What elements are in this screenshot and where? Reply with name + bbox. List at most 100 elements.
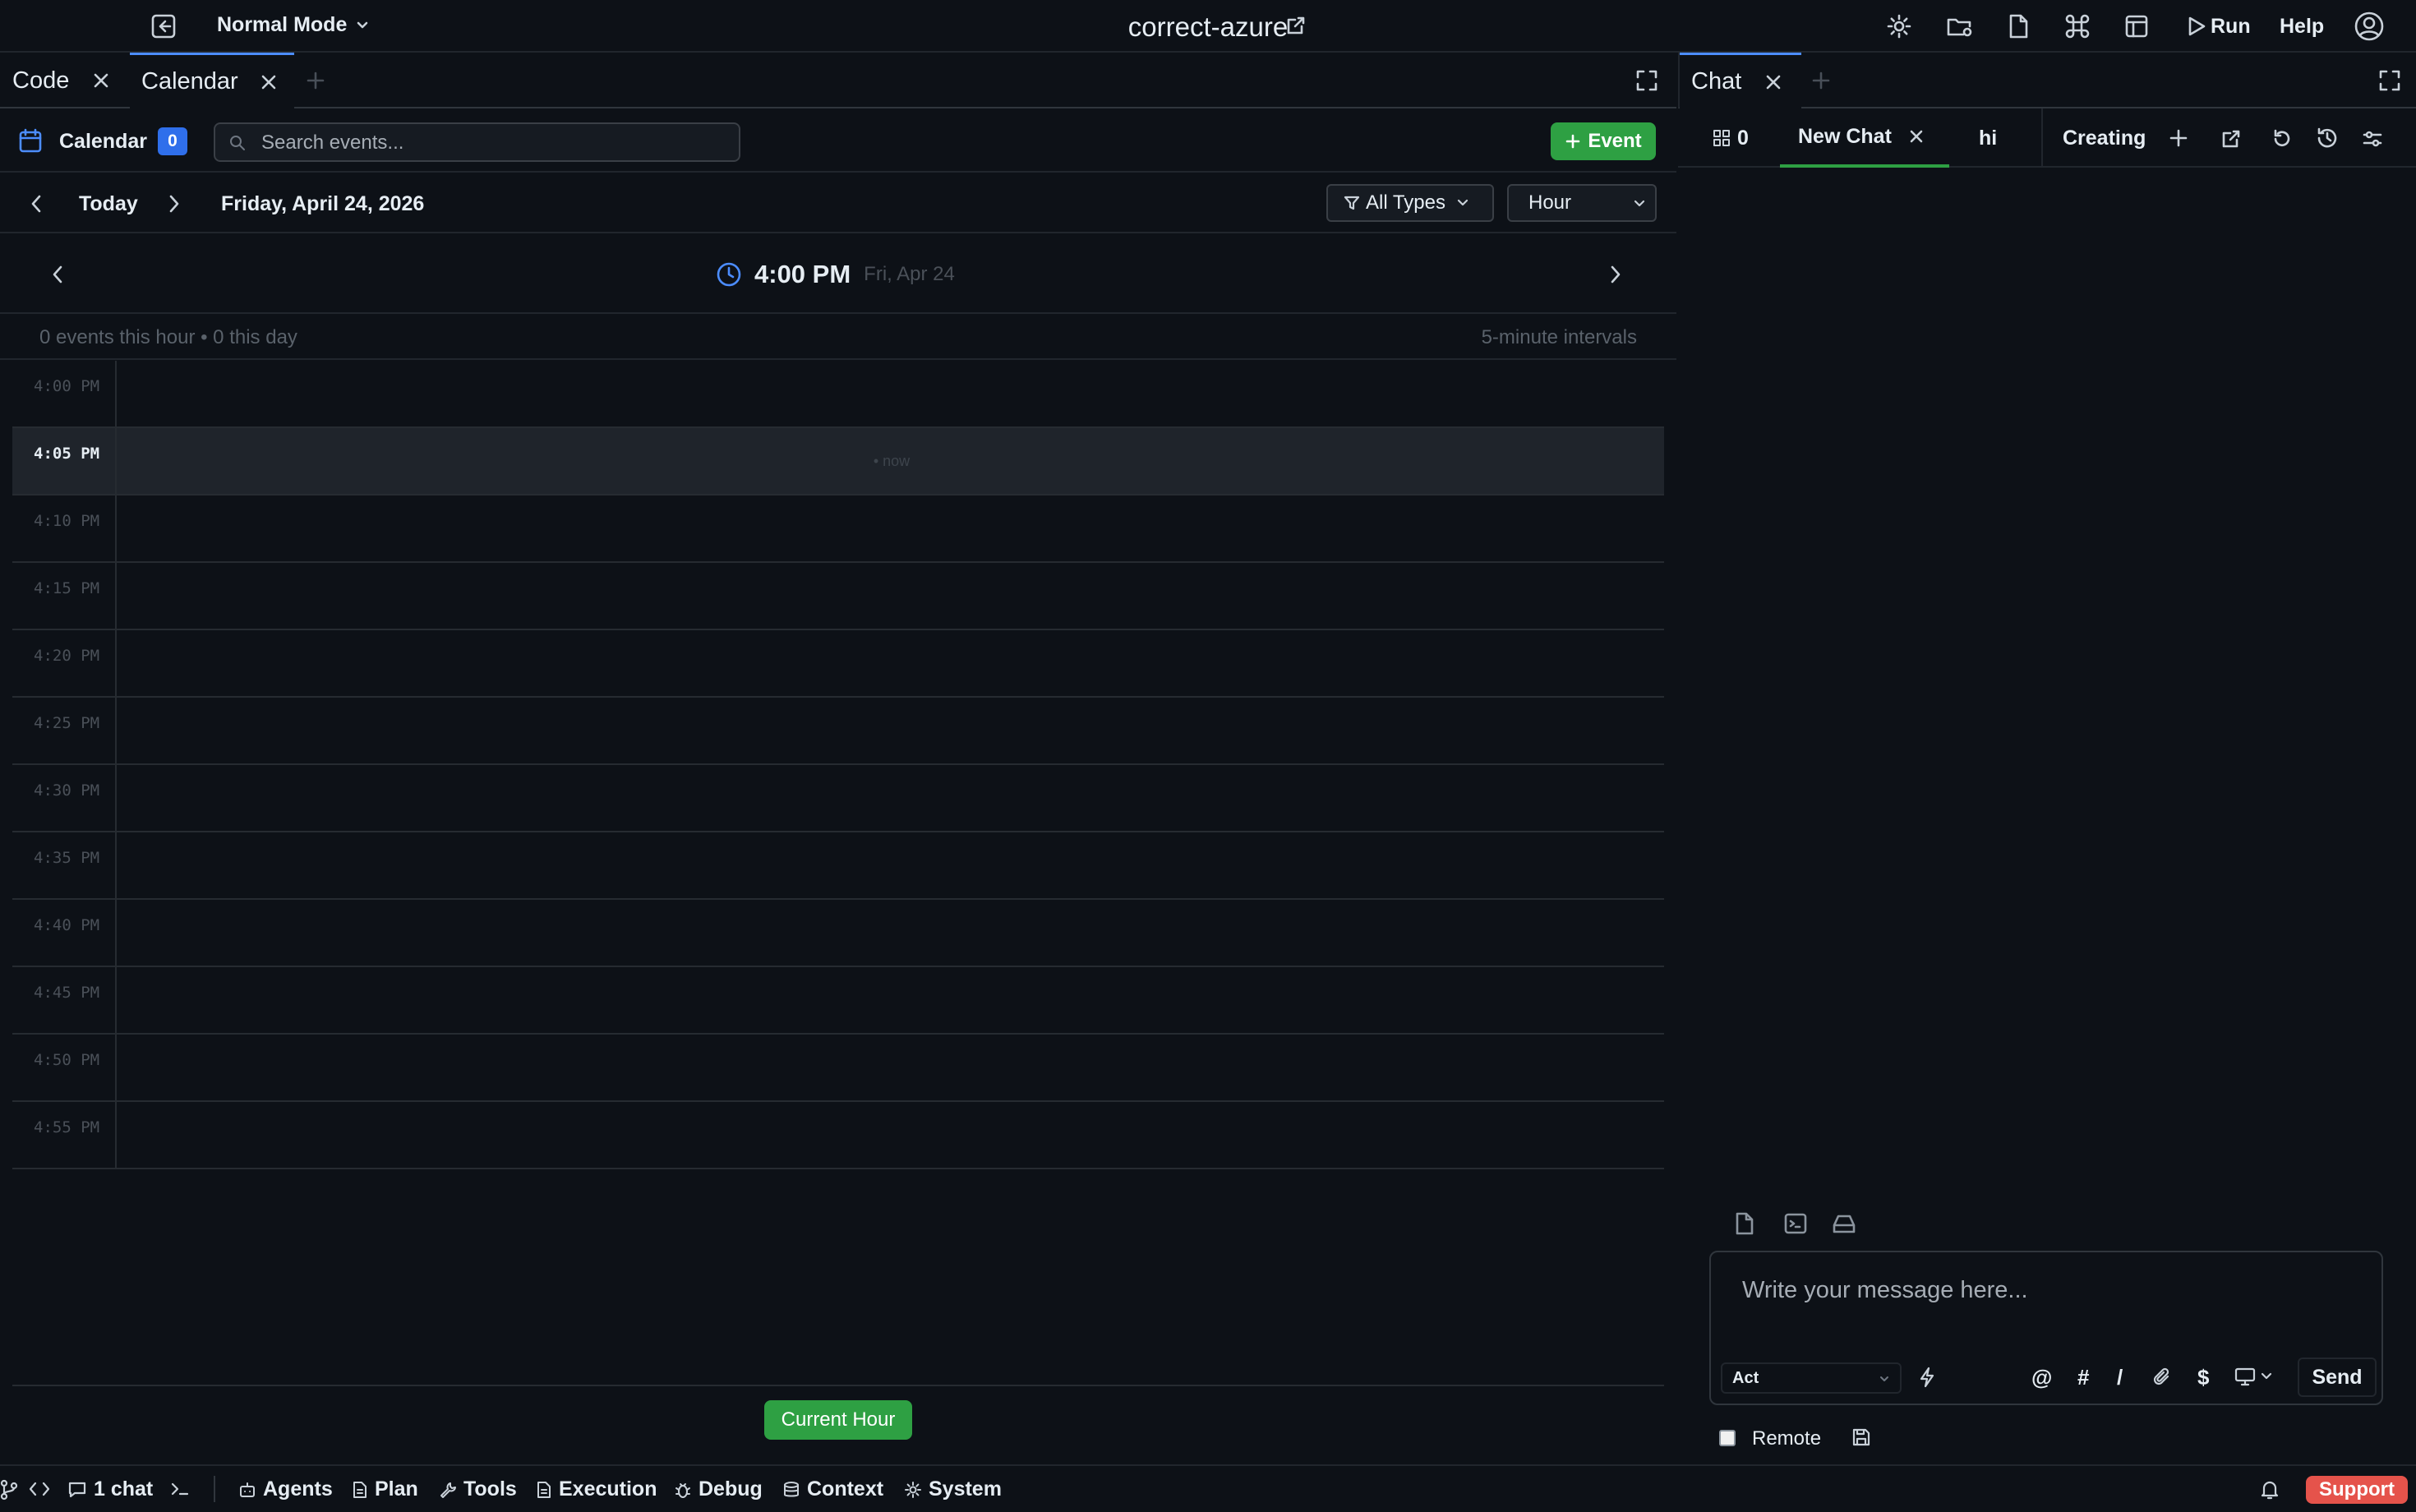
- cost-button[interactable]: $: [2197, 1365, 2209, 1390]
- close-icon[interactable]: [1908, 128, 1925, 145]
- mode-select[interactable]: Act: [1721, 1362, 1902, 1394]
- refresh-icon[interactable]: [2271, 128, 2293, 150]
- time-slot-row[interactable]: 4:35 PM: [12, 832, 1664, 900]
- chat-tab-new-chat[interactable]: New Chat: [1780, 108, 1949, 168]
- close-icon[interactable]: [92, 71, 110, 90]
- today-button[interactable]: Today: [79, 192, 138, 216]
- external-link-icon[interactable]: [1285, 15, 1307, 36]
- time-slot-row[interactable]: 4:00 PM: [12, 361, 1664, 428]
- drive-icon[interactable]: [1831, 1211, 1857, 1236]
- clock-icon: [717, 262, 741, 287]
- account-icon[interactable]: [2354, 10, 2385, 43]
- status-item-agents[interactable]: Agents: [238, 1477, 333, 1501]
- time-slot-row[interactable]: 4:30 PM: [12, 765, 1664, 832]
- run-button[interactable]: Run: [2186, 10, 2251, 43]
- time-slot-label: 4:10 PM: [34, 512, 100, 530]
- status-item-debug[interactable]: Debug: [674, 1477, 763, 1501]
- current-hour-button[interactable]: Current Hour: [764, 1400, 912, 1440]
- add-event-button[interactable]: Event: [1551, 122, 1656, 160]
- next-day-icon[interactable]: [166, 193, 182, 214]
- time-slot-label: 4:25 PM: [34, 714, 100, 732]
- layout-icon[interactable]: [2123, 10, 2150, 43]
- run-label: Run: [2211, 14, 2251, 38]
- display-select[interactable]: [2234, 1366, 2273, 1387]
- add-tab-icon[interactable]: [1811, 71, 1831, 90]
- remote-checkbox[interactable]: [1719, 1430, 1736, 1446]
- search-input[interactable]: [261, 131, 722, 155]
- time-gutter-divider: [115, 900, 117, 966]
- message-input[interactable]: [1742, 1277, 2350, 1310]
- project-title: correct-azure: [1127, 12, 1289, 42]
- time-slot-row[interactable]: 4:50 PM: [12, 1035, 1664, 1102]
- history-icon[interactable]: [2316, 127, 2339, 150]
- monitor-icon: [2234, 1367, 2256, 1386]
- time-slot-row[interactable]: 4:20 PM: [12, 630, 1664, 698]
- support-button[interactable]: Support: [2306, 1476, 2408, 1504]
- maximize-icon[interactable]: [1635, 69, 1658, 92]
- sessions-counter[interactable]: 0: [1713, 108, 1749, 168]
- prev-day-icon[interactable]: [28, 193, 44, 214]
- time-slot-row[interactable]: 4:05 PM • now: [12, 428, 1664, 496]
- status-item-system[interactable]: System: [904, 1477, 1002, 1501]
- status-item-context[interactable]: Context: [782, 1477, 883, 1501]
- time-slot-row[interactable]: 4:25 PM: [12, 698, 1664, 765]
- add-tab-icon[interactable]: [306, 71, 325, 90]
- current-date: Friday, April 24, 2026: [221, 192, 425, 215]
- time-slot-row[interactable]: 4:45 PM: [12, 967, 1664, 1035]
- tab-chat[interactable]: Chat: [1680, 53, 1801, 108]
- chat-tab-hi[interactable]: hi: [1949, 108, 2043, 168]
- close-icon[interactable]: [1764, 73, 1782, 91]
- save-icon[interactable]: [1851, 1427, 1872, 1448]
- type-filter[interactable]: All Types: [1326, 184, 1494, 222]
- search-box[interactable]: [214, 122, 740, 162]
- tab-label: Code: [12, 67, 70, 94]
- send-button[interactable]: Send: [2298, 1358, 2377, 1397]
- file-icon: [537, 1481, 551, 1498]
- terminal-prompt-icon[interactable]: [169, 1479, 197, 1499]
- chevron-down-icon: [1634, 200, 1645, 207]
- maximize-icon[interactable]: [2378, 69, 2401, 92]
- time-gutter-divider: [115, 1035, 117, 1100]
- chevron-down-icon: [1457, 199, 1469, 206]
- tab-code[interactable]: Code: [0, 53, 123, 108]
- mention-button[interactable]: @: [2031, 1365, 2052, 1390]
- settings-icon[interactable]: [1886, 10, 1912, 43]
- sessions-count: 0: [1737, 126, 1749, 150]
- close-icon[interactable]: [260, 73, 278, 91]
- time-slot-row[interactable]: 4:15 PM: [12, 563, 1664, 630]
- folder-settings-icon[interactable]: [1946, 10, 1974, 43]
- paperclip-icon[interactable]: [2151, 1366, 2173, 1389]
- status-item-tools[interactable]: Tools: [439, 1477, 517, 1501]
- time-gutter-divider: [115, 361, 117, 426]
- tab-calendar[interactable]: Calendar: [130, 53, 294, 108]
- lightning-icon[interactable]: [1916, 1366, 1938, 1389]
- bell-icon[interactable]: [2260, 1479, 2286, 1500]
- sliders-icon[interactable]: [2362, 128, 2383, 150]
- document-icon: [353, 1481, 367, 1498]
- next-hour-icon[interactable]: [1607, 264, 1624, 285]
- time-slot-row[interactable]: 4:10 PM: [12, 496, 1664, 563]
- status-bar: 1 chat Agents Plan Tools Execution Debug…: [0, 1464, 2416, 1512]
- chat-count-button[interactable]: 1 chat: [67, 1477, 153, 1501]
- play-icon: [2188, 16, 2206, 36]
- status-item-label: Context: [807, 1477, 884, 1500]
- view-select[interactable]: Hour: [1507, 184, 1657, 222]
- chat-tab-creating[interactable]: Creating: [2043, 108, 2158, 168]
- terminal-icon[interactable]: [1783, 1211, 1808, 1236]
- slash-command-button[interactable]: /: [2117, 1365, 2123, 1390]
- status-item-execution[interactable]: Execution: [536, 1477, 657, 1501]
- open-external-icon[interactable]: [2220, 128, 2242, 150]
- file-icon[interactable]: [2007, 10, 2030, 43]
- time-slot-row[interactable]: 4:55 PM: [12, 1102, 1664, 1169]
- time-slot-label: 4:40 PM: [34, 916, 100, 934]
- attach-file-icon[interactable]: [1734, 1211, 1755, 1236]
- prev-hour-icon[interactable]: [49, 264, 66, 285]
- new-chat-icon[interactable]: [2169, 128, 2188, 148]
- status-item-plan[interactable]: Plan: [352, 1477, 418, 1501]
- code-icon[interactable]: [28, 1479, 58, 1499]
- command-icon[interactable]: [2064, 10, 2091, 43]
- branch-icon[interactable]: [0, 1479, 25, 1500]
- time-slot-row[interactable]: 4:40 PM: [12, 900, 1664, 967]
- help-button[interactable]: Help: [2280, 10, 2324, 43]
- hashtag-button[interactable]: #: [2077, 1365, 2089, 1390]
